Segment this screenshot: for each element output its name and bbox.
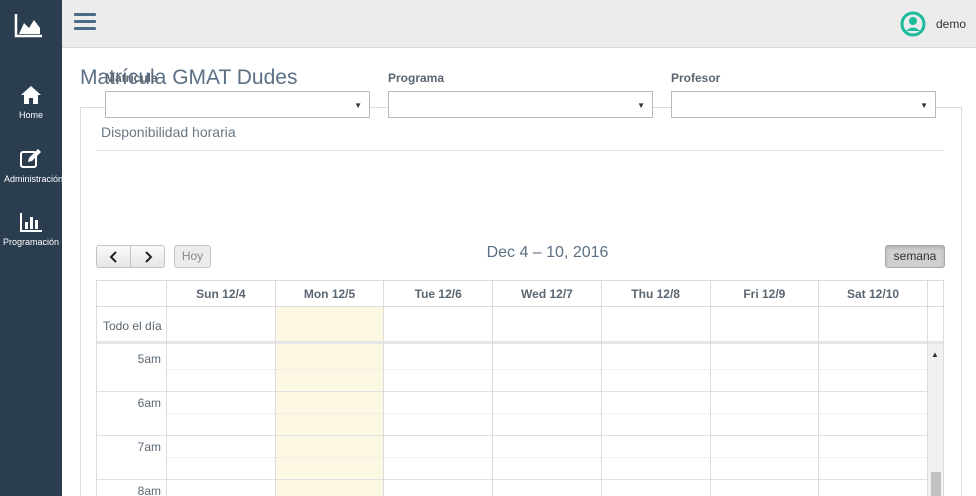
area-chart-icon[interactable]	[14, 12, 44, 38]
day-header: Sun 12/4	[166, 281, 275, 307]
calendar-scrollbar[interactable]: ▲	[927, 344, 943, 496]
scroll-thumb[interactable]	[931, 472, 941, 496]
edit-icon	[20, 149, 41, 168]
column-divider	[274, 307, 276, 496]
caret-down-icon: ▼	[637, 101, 645, 110]
sidebar: Home Administración Programación	[0, 0, 64, 496]
column-divider	[709, 307, 711, 496]
calendar-range-title: Dec 4 – 10, 2016	[486, 244, 609, 261]
column-divider	[926, 281, 928, 496]
day-header: Wed 12/7	[492, 281, 601, 307]
half-hour-line	[165, 413, 927, 414]
hour-line	[97, 391, 927, 392]
hour-label: 8am	[137, 484, 161, 496]
user-menu[interactable]: demo	[900, 11, 966, 37]
sidebar-item-label: Administración	[4, 174, 64, 184]
username: demo	[935, 17, 966, 31]
programa-select[interactable]: ▼	[388, 91, 653, 118]
column-divider	[818, 307, 820, 496]
column-divider	[166, 307, 167, 496]
day-header: Mon 12/5	[274, 281, 384, 307]
column-divider	[383, 307, 385, 496]
today-button[interactable]: Hoy	[174, 245, 211, 268]
half-hour-line	[165, 457, 927, 458]
chevron-right-icon	[144, 251, 152, 263]
caret-down-icon: ▼	[354, 101, 362, 110]
sidebar-item-label: Programación	[2, 237, 60, 247]
sidebar-item-home[interactable]: Home	[0, 84, 62, 120]
home-icon	[21, 86, 41, 104]
bar-chart-icon	[20, 213, 42, 232]
divider	[96, 150, 944, 151]
sidebar-item-administracion[interactable]: Administración	[0, 148, 64, 184]
scroll-up-icon[interactable]: ▲	[931, 350, 939, 359]
week-calendar: Sun 12/4 Mon 12/5 Tue 12/6 Wed 12/7 Thu 12/8…	[96, 280, 944, 496]
hour-line	[97, 479, 927, 480]
time-grid[interactable]: 5am 6am 7am 8am	[97, 347, 927, 496]
day-header: Sat 12/10	[818, 281, 927, 307]
profesor-label: Profesor	[671, 71, 721, 85]
next-week-button[interactable]	[130, 245, 165, 268]
top-bar: demo	[62, 0, 976, 48]
day-header: Fri 12/9	[709, 281, 819, 307]
sidebar-item-programacion[interactable]: Programación	[0, 211, 62, 247]
matricula-select[interactable]: ▼	[105, 91, 370, 118]
user-circle-icon	[900, 11, 926, 37]
matricula-label: Matrícula	[105, 71, 158, 85]
column-divider	[600, 307, 602, 496]
hour-label: 7am	[137, 440, 161, 454]
hamburger-icon[interactable]	[74, 13, 96, 33]
hour-line	[97, 435, 927, 436]
day-header: Tue 12/6	[383, 281, 492, 307]
allday-row[interactable]: Todo el día	[97, 307, 943, 344]
caret-down-icon: ▼	[920, 101, 928, 110]
calendar-header-row: Sun 12/4 Mon 12/5 Tue 12/6 Wed 12/7 Thu 12/8…	[97, 281, 943, 307]
hour-label: 5am	[137, 352, 161, 366]
day-header: Thu 12/8	[600, 281, 710, 307]
profesor-select[interactable]: ▼	[671, 91, 936, 118]
chevron-left-icon	[109, 251, 117, 263]
half-hour-line	[165, 369, 927, 370]
prev-week-button[interactable]	[96, 245, 131, 268]
allday-label: Todo el día	[103, 319, 162, 333]
week-view-button[interactable]: semana	[885, 245, 945, 268]
sidebar-item-label: Home	[18, 110, 43, 120]
panel-title: Disponibilidad horaria	[101, 124, 236, 140]
programa-label: Programa	[388, 71, 445, 85]
column-divider	[492, 307, 494, 496]
hour-label: 6am	[137, 396, 161, 410]
